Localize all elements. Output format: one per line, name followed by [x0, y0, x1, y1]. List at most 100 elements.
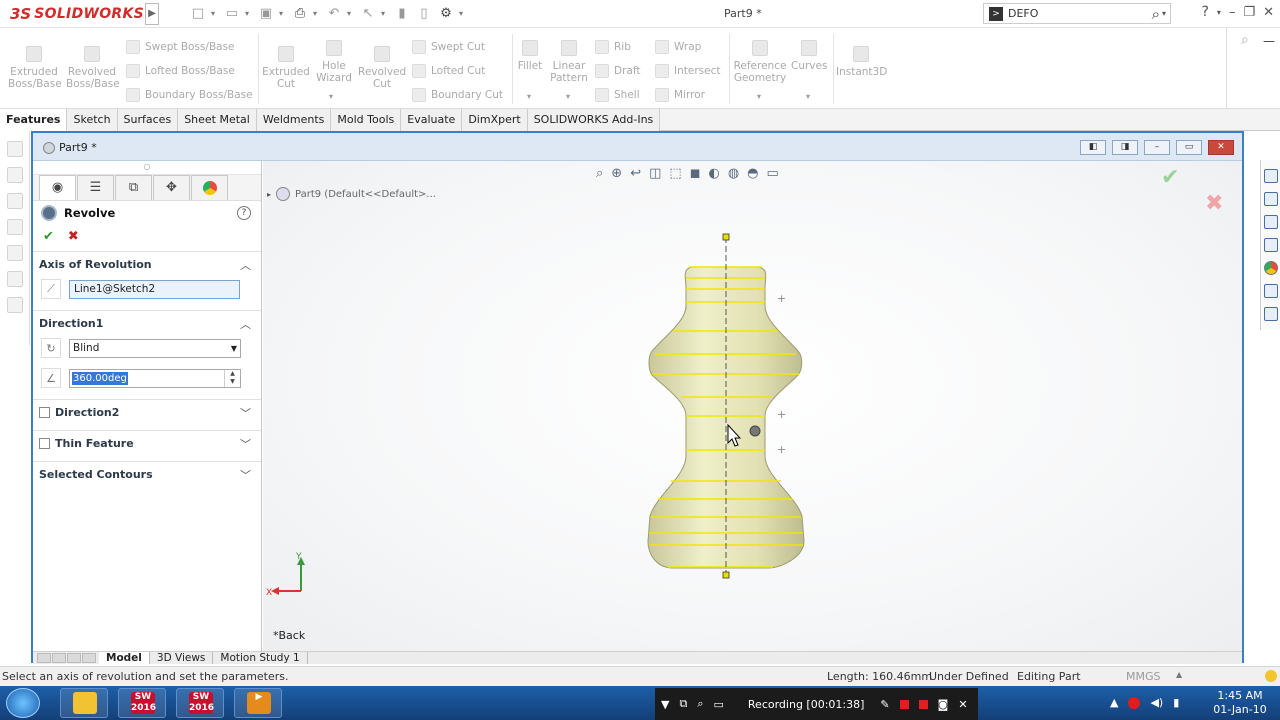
tab-3d-views[interactable]: 3D Views [150, 652, 214, 664]
select-dropdown-icon[interactable]: ▾ [381, 9, 389, 18]
curves-button[interactable]: Curves [791, 40, 827, 72]
options-dropdown-icon[interactable]: ▾ [459, 9, 467, 18]
panel-grip[interactable]: ○ [33, 161, 261, 175]
arc-tool-icon[interactable] [6, 245, 23, 261]
collapse-panel-icon[interactable]: — [1263, 34, 1275, 48]
reverse-direction-icon[interactable]: ↻ [41, 338, 61, 358]
chevron-up-icon[interactable]: ︿ [240, 316, 251, 332]
hole-wizard-dropdown-icon[interactable]: ▾ [329, 92, 333, 101]
taskbar-clock[interactable]: 1:45 AM 01-Jan-10 [1210, 689, 1270, 717]
search-icon[interactable]: ⌕ [1152, 5, 1160, 23]
new-dropdown-icon[interactable]: ▾ [211, 9, 219, 18]
chevron-down-icon[interactable]: ﹀ [240, 467, 251, 483]
direction1-header[interactable]: Direction1 ︿ [33, 311, 261, 335]
taskbar-explorer[interactable] [60, 688, 108, 718]
rec-close-icon[interactable]: ✕ [958, 698, 967, 711]
cancel-x-icon[interactable]: ✖ [68, 229, 79, 244]
print-icon[interactable]: ⎙ [291, 6, 309, 21]
print-dropdown-icon[interactable]: ▾ [313, 9, 321, 18]
angle-value[interactable]: 360.00deg [72, 371, 128, 385]
unit-system[interactable]: MMGS [1126, 670, 1161, 683]
tab-sketch[interactable]: Sketch [67, 109, 118, 131]
rebuild-icon[interactable]: ▮ [393, 6, 411, 21]
search-dropdown-icon[interactable]: ▾ [1162, 9, 1166, 18]
taskbar-solidworks-2[interactable]: SW 2016 [176, 688, 224, 718]
start-button-icon[interactable] [6, 688, 40, 718]
revolved-part-preview[interactable]: + + + [263, 161, 1242, 651]
rebuild-status-icon[interactable] [1265, 670, 1277, 682]
end-condition-select[interactable]: Blind ▼ [69, 338, 241, 358]
next-window-icon[interactable]: ◨ [1112, 140, 1138, 155]
smart-dimension-icon[interactable] [6, 141, 23, 157]
undo-dropdown-icon[interactable]: ▾ [347, 9, 355, 18]
reference-geometry-dropdown-icon[interactable]: ▾ [757, 92, 761, 101]
lofted-boss-button[interactable]: Lofted Boss/Base [126, 64, 235, 78]
network-icon[interactable]: ▮ [1173, 696, 1179, 709]
trim-tool-icon[interactable] [6, 297, 23, 313]
chevron-down-icon[interactable]: ﹀ [240, 436, 251, 452]
ok-check-icon[interactable]: ✔ [43, 229, 54, 244]
taskbar-media-player[interactable]: ▶ [234, 688, 282, 718]
chevron-down-icon[interactable]: ﹀ [240, 405, 251, 421]
units-dropdown-icon[interactable]: ▲ [1176, 670, 1182, 679]
chevron-up-icon[interactable]: ︿ [240, 257, 251, 273]
search-input[interactable]: DEFO [1008, 7, 1152, 20]
boundary-boss-button[interactable]: Boundary Boss/Base [126, 88, 253, 102]
tab-motion-study-1[interactable]: Motion Study 1 [213, 652, 308, 664]
restore-icon[interactable]: ❐ [1243, 5, 1255, 20]
prev-window-icon[interactable]: ◧ [1080, 140, 1106, 155]
tab-features[interactable]: Features [0, 109, 68, 131]
tab-evaluate[interactable]: Evaluate [401, 109, 463, 131]
linear-pattern-button[interactable]: Linear Pattern [549, 40, 589, 84]
home-icon[interactable] [1264, 169, 1278, 183]
intersect-button[interactable]: Intersect [655, 64, 720, 78]
rec-window-icon[interactable]: ⧉ [679, 697, 687, 711]
view-palette-icon[interactable] [1264, 238, 1278, 252]
minimize-icon[interactable]: – [1229, 5, 1236, 20]
spin-arrows-icon[interactable]: ▲ ▼ [224, 369, 240, 387]
doc-maximize-icon[interactable]: ▭ [1176, 140, 1202, 155]
extruded-boss-button[interactable]: Extruded Boss/Base [8, 46, 62, 90]
spline-tool-icon[interactable] [6, 271, 23, 287]
angle-spinbox[interactable]: 360.00deg ▲ ▼ [69, 368, 241, 388]
tab-solidworks-add-ins[interactable]: SOLIDWORKS Add-Ins [527, 109, 661, 131]
help-dropdown-icon[interactable]: ▾ [1217, 8, 1221, 17]
search-commands-box[interactable]: > DEFO ⌕ ▾ [983, 3, 1171, 24]
direction2-checkbox[interactable] [39, 406, 50, 418]
open-folder-icon[interactable]: ▭ [223, 6, 241, 21]
rib-button[interactable]: Rib [595, 40, 631, 54]
scroll-next-icon[interactable] [67, 653, 81, 663]
boundary-cut-button[interactable]: Boundary Cut [412, 88, 503, 102]
help-icon[interactable]: ? [237, 206, 251, 220]
axis-selection-field[interactable]: Line1@Sketch2 [69, 279, 240, 299]
open-dropdown-icon[interactable]: ▾ [245, 9, 253, 18]
extruded-cut-button[interactable]: Extruded Cut [262, 46, 310, 90]
mirror-button[interactable]: Mirror [655, 88, 705, 102]
search-tool-icon[interactable]: ⌕ [1241, 32, 1249, 48]
tab-mold-tools[interactable]: Mold Tools [331, 109, 402, 131]
rec-camera-icon[interactable]: ◙ [938, 698, 949, 711]
save-icon[interactable]: ▣ [257, 6, 275, 21]
property-manager-tab[interactable]: ☰ [77, 175, 114, 200]
axis-of-revolution-header[interactable]: Axis of Revolution ︿ [33, 252, 261, 276]
menu-flyout-arrow[interactable]: ▶ [145, 2, 159, 25]
fillet-dropdown-icon[interactable]: ▾ [527, 92, 531, 101]
revolved-boss-button[interactable]: Revolved Boss/Base [66, 46, 120, 90]
rec-pause-icon[interactable] [899, 699, 909, 709]
tab-weldments[interactable]: Weldments [256, 109, 332, 131]
lofted-cut-button[interactable]: Lofted Cut [412, 64, 485, 78]
thin-feature-checkbox[interactable] [39, 437, 50, 449]
rectangle-tool-icon[interactable] [6, 193, 23, 209]
file-explorer-icon[interactable] [1264, 215, 1278, 229]
rec-area-icon[interactable]: ▭ [714, 698, 724, 711]
dimxpert-manager-tab[interactable]: ✥ [153, 175, 190, 200]
circle-tool-icon[interactable] [6, 219, 23, 235]
tab-dimxpert[interactable]: DimXpert [462, 109, 528, 131]
tab-sheet-metal[interactable]: Sheet Metal [178, 109, 257, 131]
undo-icon[interactable]: ↶ [325, 6, 343, 21]
display-manager-tab[interactable] [191, 175, 228, 200]
doc-minimize-icon[interactable]: – [1144, 140, 1170, 155]
hole-wizard-button[interactable]: Hole Wizard [312, 40, 356, 84]
doc-close-icon[interactable]: ✕ [1208, 140, 1234, 155]
close-icon[interactable]: ✕ [1263, 5, 1274, 20]
